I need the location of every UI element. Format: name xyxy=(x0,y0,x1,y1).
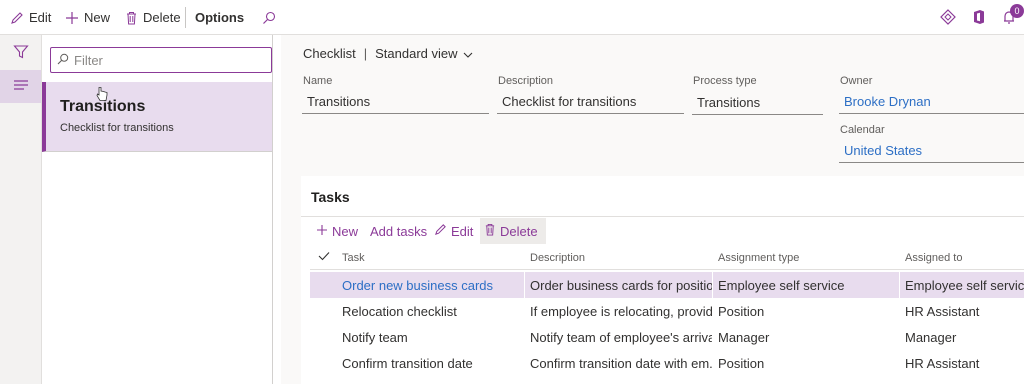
process-type-label: Process type xyxy=(693,75,757,87)
hand-cursor-icon xyxy=(96,86,108,105)
tasks-panel: Tasks New Add tasks Edit Delete Task Des… xyxy=(301,176,1024,384)
navigation-rail xyxy=(0,35,42,384)
calendar-field[interactable]: United States xyxy=(839,139,1024,163)
table-row[interactable]: Notify team Notify team of employee's ar… xyxy=(310,324,1024,350)
filter-icon xyxy=(12,44,29,63)
delete-label: Delete xyxy=(143,10,181,25)
plus-icon xyxy=(65,11,79,25)
assignment-type-cell: Employee self service xyxy=(718,278,845,293)
task-cell: Notify team xyxy=(342,330,408,345)
pencil-icon xyxy=(434,223,447,239)
chevron-down-icon xyxy=(463,46,473,61)
action-pane: Edit New Delete Options 0 xyxy=(0,0,1024,35)
breadcrumb: Checklist | Standard view xyxy=(303,46,473,61)
diamond-icon[interactable] xyxy=(940,9,956,28)
trash-icon xyxy=(484,223,496,239)
owner-label: Owner xyxy=(840,75,873,87)
column-header-assigned-to[interactable]: Assigned to xyxy=(905,252,962,264)
task-delete-label: Delete xyxy=(500,223,538,239)
new-button[interactable]: New xyxy=(65,0,110,35)
description-cell: Order business cards for positio... xyxy=(530,278,712,293)
search-icon xyxy=(262,11,276,25)
assigned-to-cell: Manager xyxy=(905,330,957,345)
filter-box[interactable] xyxy=(50,47,272,73)
calendar-label: Calendar xyxy=(840,124,885,136)
add-tasks-button[interactable]: Add tasks xyxy=(370,218,427,244)
view-selector-label: Standard view xyxy=(375,46,458,61)
task-new-button[interactable]: New xyxy=(316,218,358,244)
pencil-icon xyxy=(10,11,24,25)
task-delete-button[interactable]: Delete xyxy=(480,218,546,244)
process-type-field[interactable]: Transitions xyxy=(692,91,823,115)
assignment-type-cell: Position xyxy=(718,356,765,371)
table-row[interactable]: Relocation checklist If employee is relo… xyxy=(310,298,1024,324)
breadcrumb-separator: | xyxy=(363,46,368,61)
list-pane: Transitions Checklist for transitions xyxy=(42,35,273,384)
description-field[interactable]: Checklist for transitions xyxy=(497,90,684,114)
edit-label: Edit xyxy=(29,10,52,25)
view-selector[interactable]: Standard view xyxy=(375,46,472,61)
task-new-label: New xyxy=(332,223,359,239)
task-cell[interactable]: Order new business cards xyxy=(342,278,522,293)
owner-field[interactable]: Brooke Drynan xyxy=(839,90,1024,114)
column-header-task[interactable]: Task xyxy=(342,252,365,264)
task-edit-label: Edit xyxy=(451,223,474,239)
table-row[interactable]: Order new business cards Order business … xyxy=(310,272,1024,298)
trash-icon xyxy=(125,11,138,25)
tasks-grid-header: Task Description Assignment type Assigne… xyxy=(310,248,1024,270)
select-all-checkbox[interactable] xyxy=(318,251,330,264)
new-label: New xyxy=(84,10,111,25)
options-label: Options xyxy=(195,10,245,25)
task-cell: Relocation checklist xyxy=(342,304,457,319)
list-item-subtitle: Checklist for transitions xyxy=(60,122,174,134)
filter-toggle-button[interactable] xyxy=(0,37,41,70)
plus-icon xyxy=(316,224,328,239)
column-header-description[interactable]: Description xyxy=(530,252,585,264)
assignment-type-cell: Position xyxy=(718,304,765,319)
tasks-title: Tasks xyxy=(311,189,350,205)
description-cell: Confirm transition date with em... xyxy=(530,356,712,371)
task-edit-button[interactable]: Edit xyxy=(434,218,473,244)
notification-badge: 0 xyxy=(1010,4,1024,18)
add-tasks-label: Add tasks xyxy=(370,223,428,239)
filter-input[interactable] xyxy=(74,52,254,68)
delete-button[interactable]: Delete xyxy=(125,0,181,35)
table-row[interactable]: Confirm transition date Confirm transiti… xyxy=(310,350,1024,376)
description-label: Description xyxy=(498,75,554,87)
list-item-title: Transitions xyxy=(60,98,146,115)
description-cell: If employee is relocating, provid... xyxy=(530,304,712,319)
assigned-to-cell: HR Assistant xyxy=(905,304,980,319)
office-icon[interactable] xyxy=(972,9,986,28)
name-label: Name xyxy=(303,75,333,87)
column-header-assignment-type[interactable]: Assignment type xyxy=(718,252,799,264)
assignment-type-cell: Manager xyxy=(718,330,770,345)
options-button[interactable]: Options xyxy=(195,0,244,35)
list-toggle-button[interactable] xyxy=(0,70,41,103)
edit-button[interactable]: Edit xyxy=(10,0,51,35)
tasks-divider xyxy=(301,216,1024,217)
toolbar-divider xyxy=(185,7,186,28)
task-cell: Confirm transition date xyxy=(342,356,473,371)
list-icon xyxy=(13,79,29,94)
assigned-to-cell: HR Assistant xyxy=(905,356,980,371)
name-field[interactable]: Transitions xyxy=(302,90,489,114)
breadcrumb-page: Checklist xyxy=(303,46,356,61)
search-icon xyxy=(57,53,69,68)
search-button[interactable] xyxy=(262,0,276,35)
list-item[interactable]: Transitions Checklist for transitions xyxy=(42,82,272,152)
description-cell: Notify team of employee's arrival xyxy=(530,330,712,345)
assigned-to-cell: Employee self service xyxy=(905,278,1024,293)
